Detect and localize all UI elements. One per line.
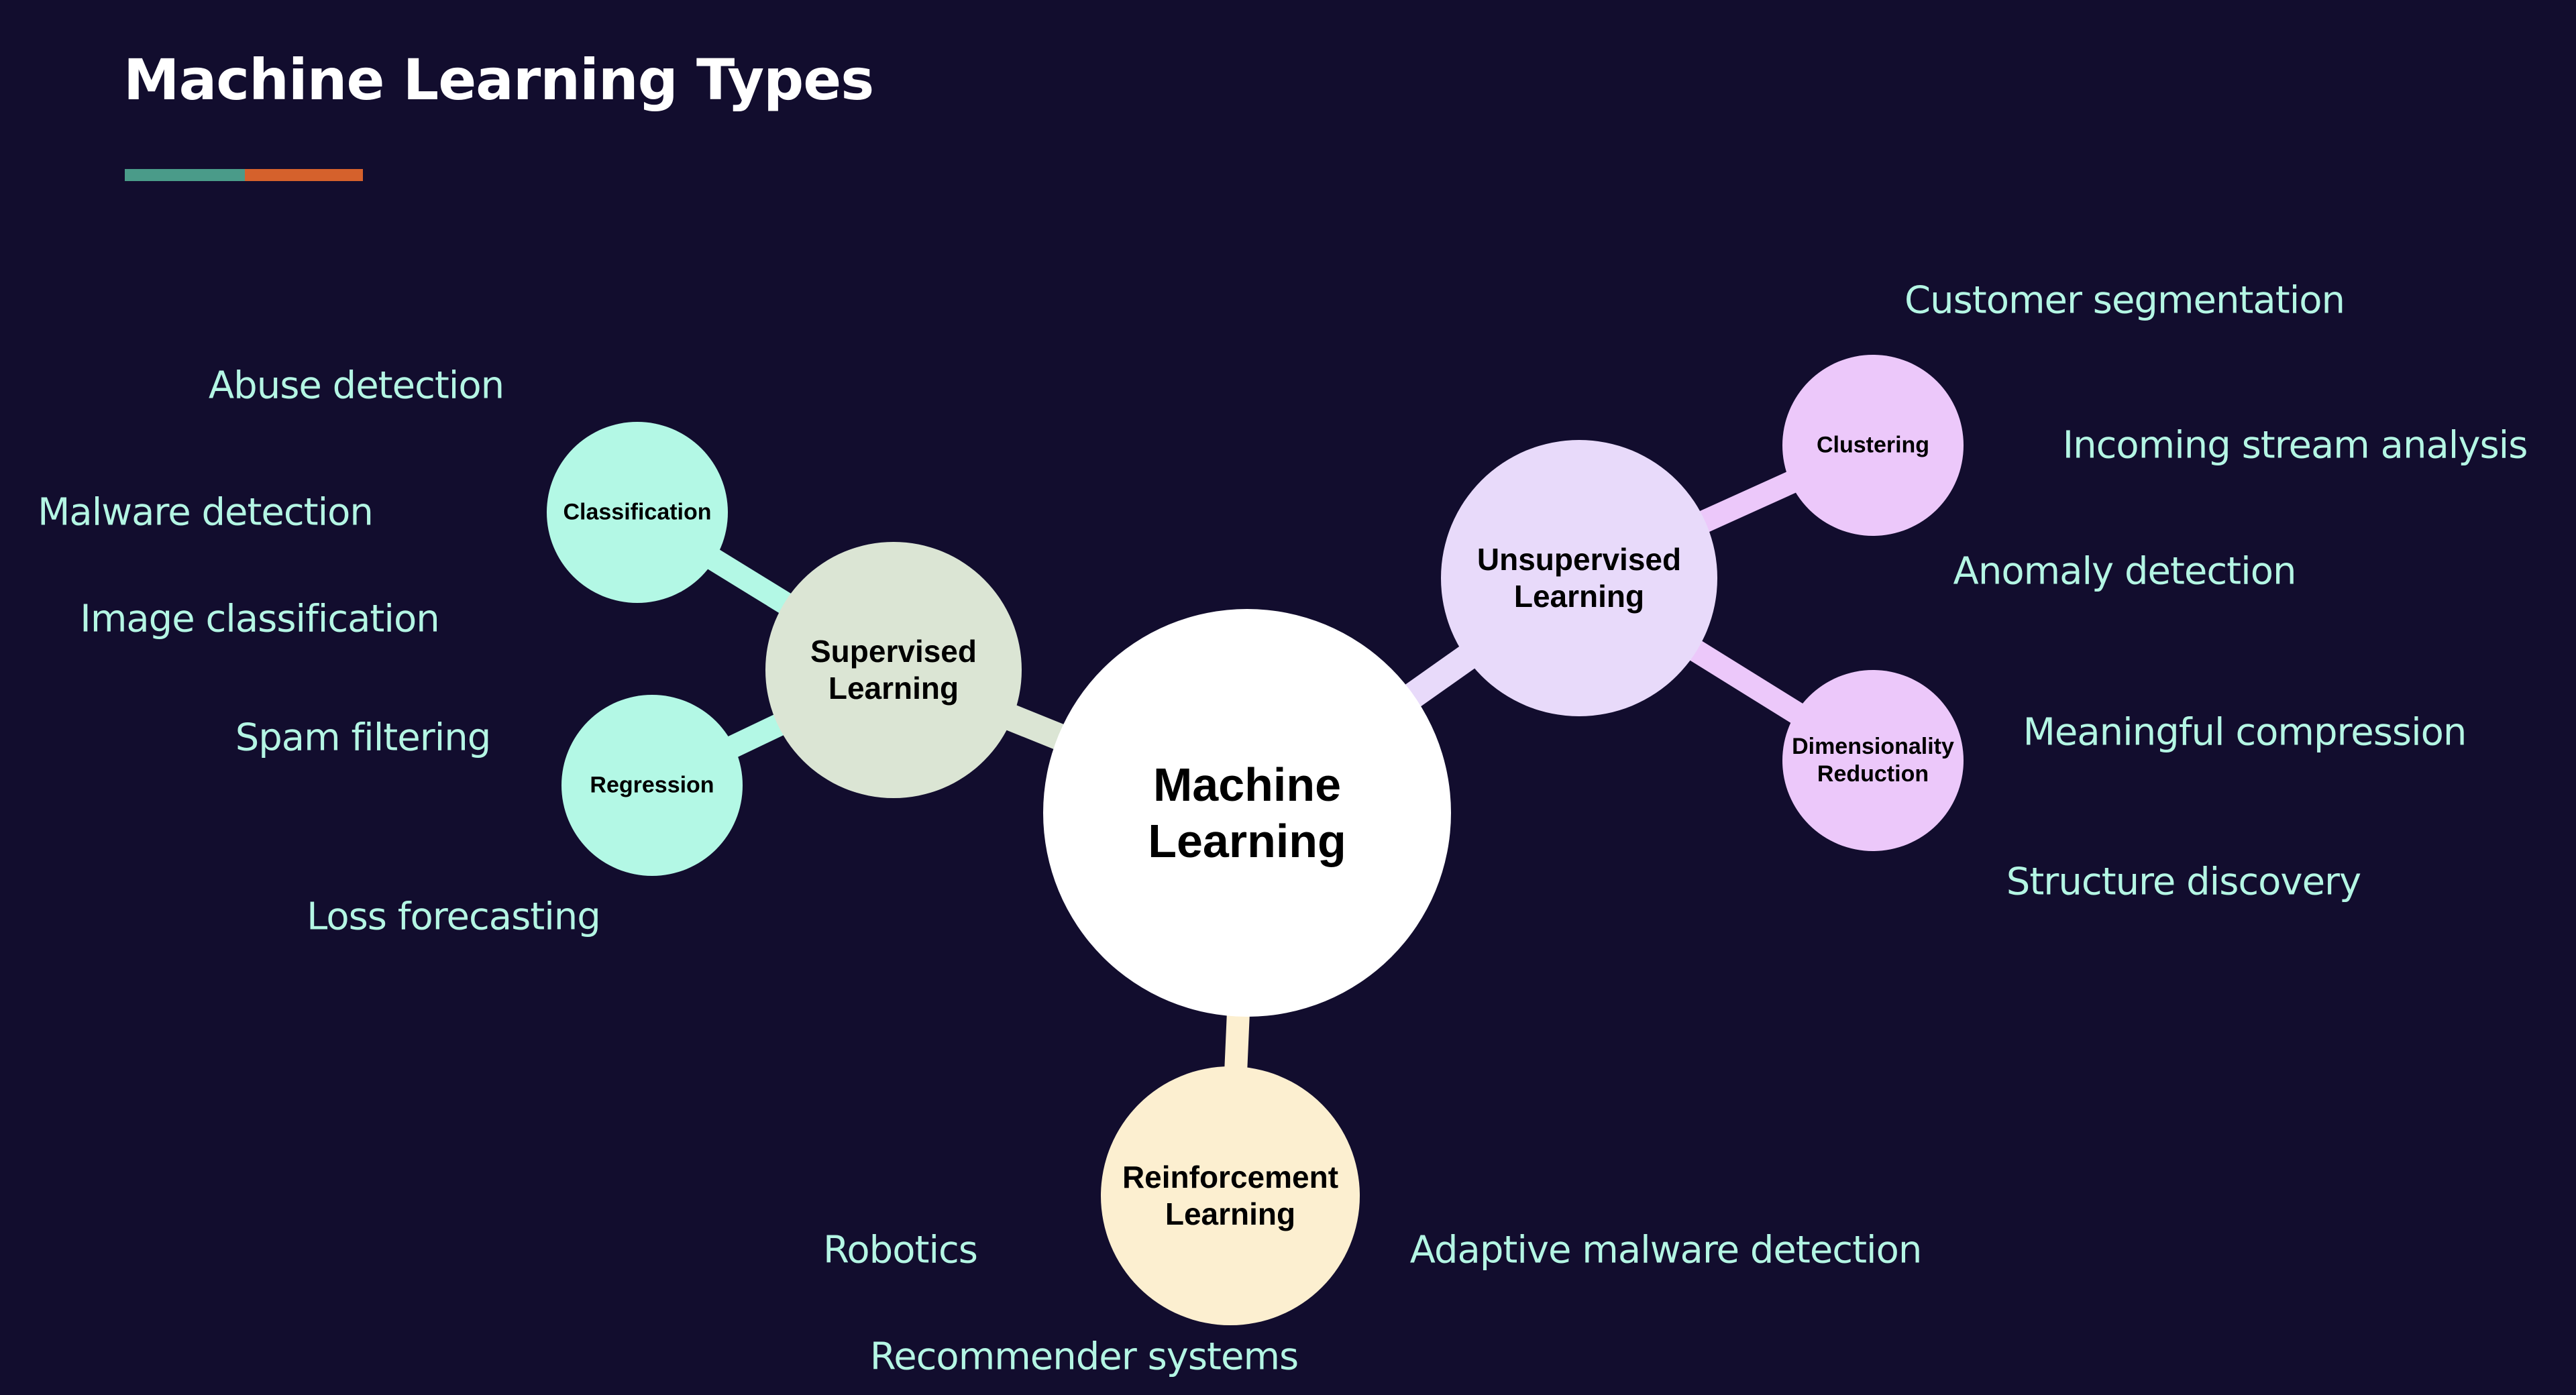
application-supervised: Abuse detection xyxy=(208,364,504,408)
application-reinforcement: Recommender systems xyxy=(869,1335,1299,1379)
application-supervised: Loss forecasting xyxy=(307,895,601,939)
application-supervised: Malware detection xyxy=(38,490,374,535)
application-reinforcement: Robotics xyxy=(823,1228,978,1272)
application-unsupervised: Customer segmentation xyxy=(1904,278,2345,323)
application-unsupervised: Structure discovery xyxy=(2006,860,2361,904)
node-label-unsupervised: Unsupervised Learning xyxy=(1477,541,1682,614)
node-label-center: Machine Learning xyxy=(1148,759,1346,867)
node-label-regression: Regression xyxy=(590,772,714,798)
node-label-reinforcement: Reinforcement Learning xyxy=(1122,1159,1339,1231)
node-label-classification: Classification xyxy=(563,499,712,525)
application-unsupervised: Incoming stream analysis xyxy=(2062,423,2528,467)
application-reinforcement: Adaptive malware detection xyxy=(1409,1228,1923,1272)
node-label-dimensionality: Dimensionality Reduction xyxy=(1792,734,1954,787)
application-unsupervised: Anomaly detection xyxy=(1953,549,2297,594)
application-unsupervised: Meaningful compression xyxy=(2023,710,2467,755)
application-supervised: Spam filtering xyxy=(235,716,492,760)
node-label-supervised: Supervised Learning xyxy=(810,633,977,706)
node-label-clustering: Clustering xyxy=(1816,432,1930,458)
application-supervised: Image classification xyxy=(80,597,439,641)
